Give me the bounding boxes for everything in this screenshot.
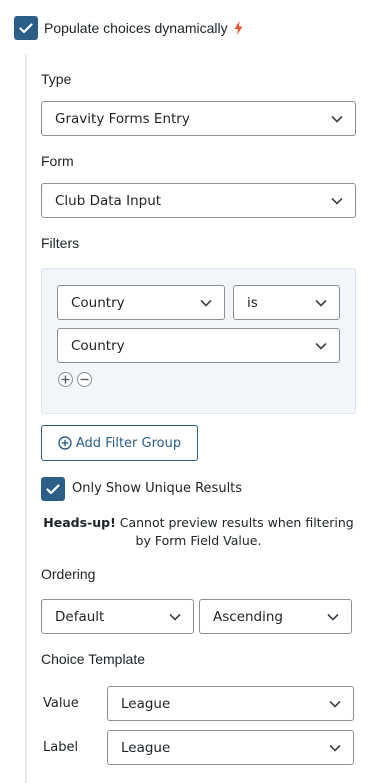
chevron-down-icon bbox=[329, 700, 341, 708]
add-filter-group-button[interactable]: Add Filter Group bbox=[41, 425, 198, 461]
plus-icon bbox=[61, 375, 70, 384]
template-value-selected: League bbox=[121, 695, 171, 712]
order-direction-value: Ascending bbox=[213, 608, 283, 625]
form-select-value: Club Data Input bbox=[55, 192, 162, 209]
filter-field-value: Country bbox=[71, 294, 125, 311]
form-label: Form bbox=[41, 153, 74, 169]
chevron-down-icon bbox=[329, 744, 341, 752]
populate-checkbox[interactable] bbox=[14, 16, 38, 40]
chevron-down-icon bbox=[169, 613, 181, 621]
template-label-selected: League bbox=[121, 739, 171, 756]
checkmark-icon bbox=[19, 22, 33, 33]
filter-operator-value: is bbox=[247, 294, 258, 311]
choice-template-label: Choice Template bbox=[41, 651, 146, 667]
plus-circle-icon bbox=[58, 436, 72, 450]
unique-results-checkbox[interactable] bbox=[41, 477, 65, 501]
order-by-select[interactable]: Default bbox=[41, 599, 194, 634]
chevron-down-icon bbox=[331, 197, 343, 205]
filter-operator-select[interactable]: is bbox=[233, 285, 340, 320]
type-label: Type bbox=[41, 71, 72, 87]
form-select[interactable]: Club Data Input bbox=[41, 183, 356, 218]
chevron-down-icon bbox=[331, 115, 343, 123]
ordering-label: Ordering bbox=[41, 566, 96, 582]
chevron-down-icon bbox=[327, 613, 339, 621]
template-label-label: Label bbox=[43, 740, 79, 755]
filters-label: Filters bbox=[41, 235, 80, 251]
heads-up-notice: Heads-up! Cannot preview results when fi… bbox=[41, 514, 356, 550]
order-by-value: Default bbox=[55, 608, 105, 625]
type-select-value: Gravity Forms Entry bbox=[55, 110, 190, 127]
filter-field-select[interactable]: Country bbox=[57, 285, 225, 320]
template-label-select[interactable]: League bbox=[107, 730, 354, 765]
filter-value-value: Country bbox=[71, 337, 125, 354]
lightning-icon bbox=[234, 21, 243, 35]
checkmark-icon bbox=[46, 483, 60, 494]
notice-text: Cannot preview results when filtering by… bbox=[115, 515, 354, 548]
section-indent-line bbox=[25, 55, 27, 783]
filter-value-select[interactable]: Country bbox=[57, 328, 340, 363]
remove-filter-button[interactable] bbox=[77, 372, 92, 387]
chevron-down-icon bbox=[315, 299, 327, 307]
add-filter-group-label: Add Filter Group bbox=[75, 435, 182, 451]
notice-strong: Heads-up! bbox=[43, 515, 116, 530]
template-value-select[interactable]: League bbox=[107, 686, 354, 721]
minus-icon bbox=[80, 378, 89, 381]
order-direction-select[interactable]: Ascending bbox=[199, 599, 352, 634]
chevron-down-icon bbox=[200, 299, 212, 307]
type-select[interactable]: Gravity Forms Entry bbox=[41, 101, 356, 136]
template-value-label: Value bbox=[43, 696, 79, 711]
chevron-down-icon bbox=[315, 342, 327, 350]
unique-results-label[interactable]: Only Show Unique Results bbox=[72, 481, 242, 496]
populate-label[interactable]: Populate choices dynamically bbox=[44, 20, 243, 36]
add-filter-button[interactable] bbox=[58, 372, 73, 387]
